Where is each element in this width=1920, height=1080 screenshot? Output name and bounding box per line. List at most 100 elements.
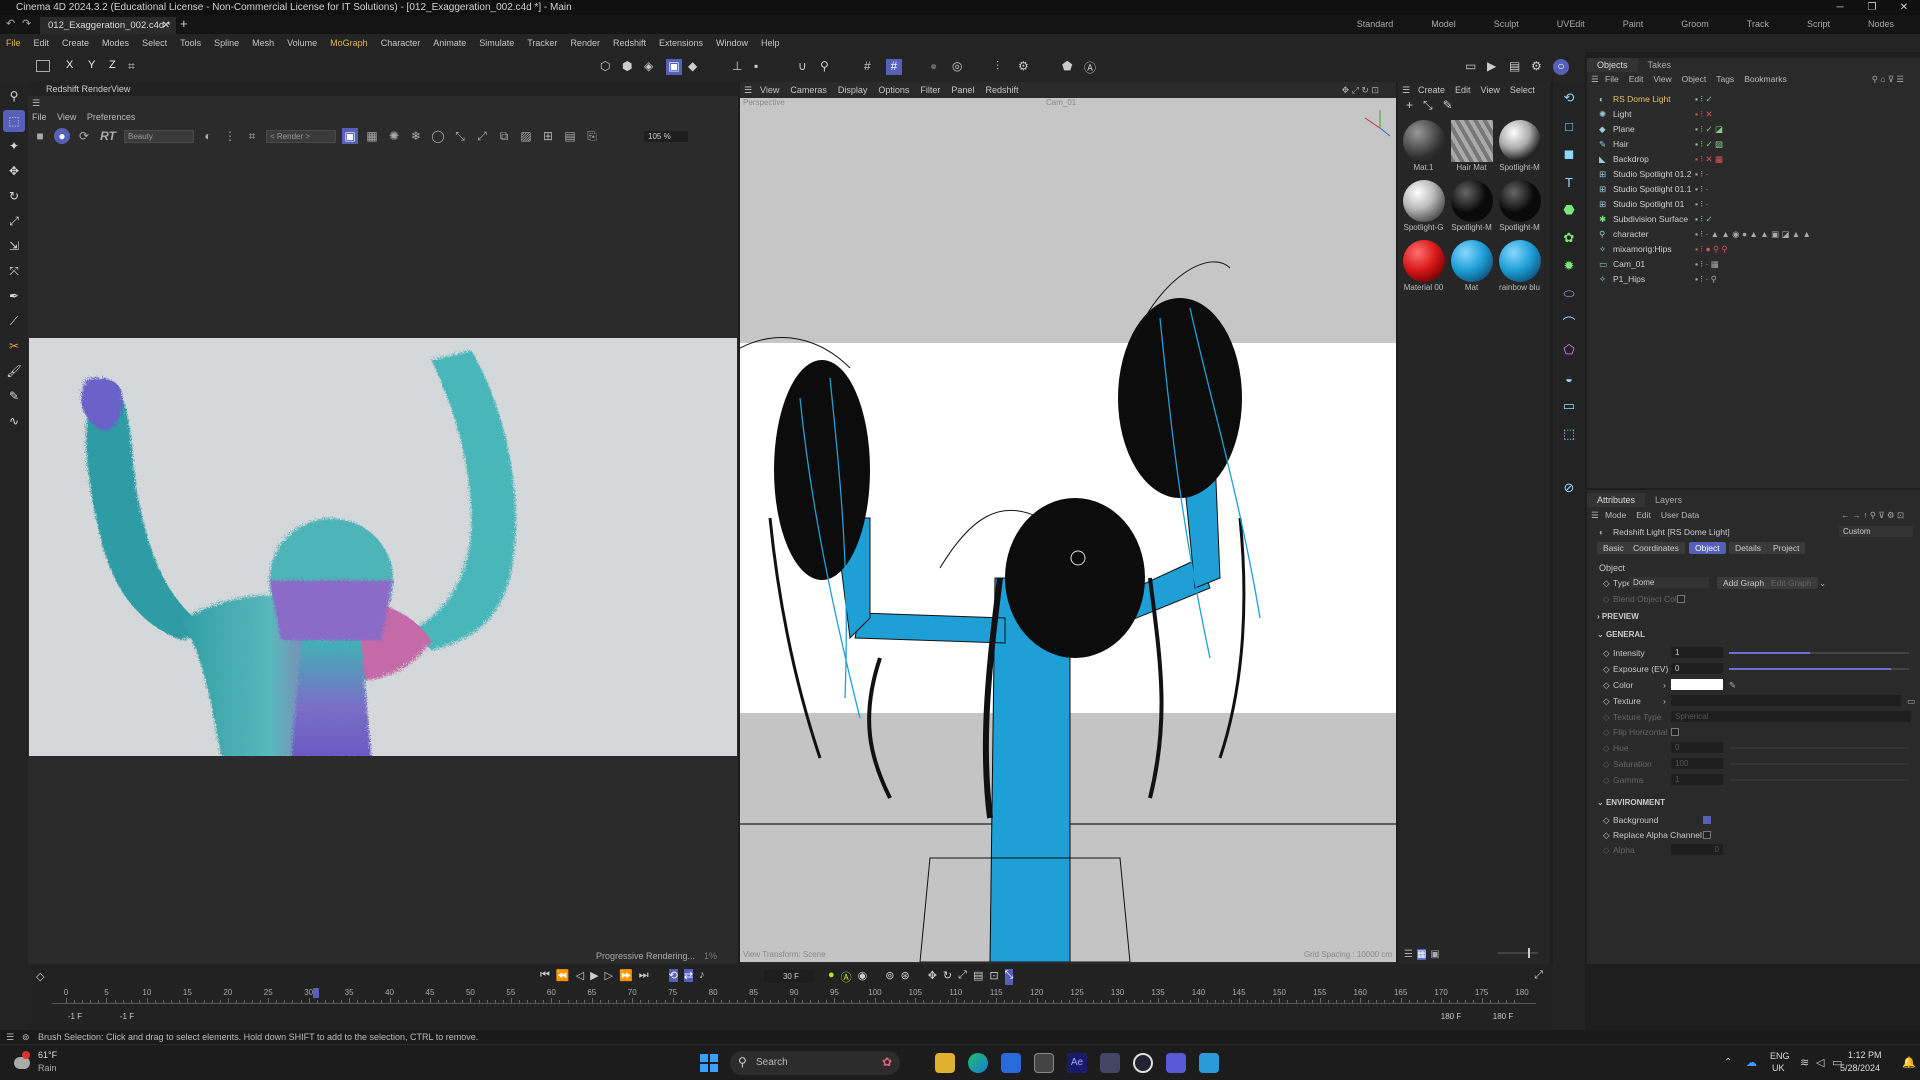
sound-icon[interactable]: ♪ xyxy=(699,969,705,982)
onedrive-icon[interactable]: ☁ xyxy=(1746,1056,1757,1069)
menu-simulate[interactable]: Simulate xyxy=(479,38,514,48)
menu-window[interactable]: Window xyxy=(716,38,748,48)
field-icon[interactable]: ⬭ xyxy=(1557,282,1581,306)
snap-settings-icon[interactable]: ⚲ xyxy=(820,59,836,75)
section-preview[interactable]: › PREVIEW xyxy=(1597,612,1639,621)
search-icon[interactable]: ⚲ xyxy=(3,85,25,107)
keyframe-diamond-icon[interactable]: ◇ xyxy=(1603,693,1610,709)
object-row[interactable]: ✧ mixamorig:Hips ▪ ⁝ ● ⚲ ⚲ xyxy=(1587,242,1920,257)
file-explorer-icon[interactable] xyxy=(935,1053,955,1073)
material-swatch[interactable]: rainbow blu xyxy=(1496,240,1543,298)
start-render-icon[interactable]: ● xyxy=(54,128,70,144)
clock-time[interactable]: 1:12 PM xyxy=(1848,1050,1882,1060)
subtab-coordinates[interactable]: Coordinates xyxy=(1627,542,1685,554)
tweak-mode-icon[interactable]: ▪ xyxy=(754,59,770,75)
cube-icon[interactable]: □ xyxy=(1557,114,1581,138)
texture-expand-icon[interactable]: › xyxy=(1663,693,1666,709)
point-mode-icon[interactable]: ⬡ xyxy=(600,59,616,75)
snowflake-icon[interactable]: ❄ xyxy=(408,128,424,144)
model-mode-icon[interactable]: ▣ xyxy=(666,59,682,75)
refresh-render-icon[interactable]: ⟳ xyxy=(76,128,92,144)
notification-icon[interactable]: 🔔 xyxy=(1902,1056,1916,1069)
pla-key-icon[interactable]: ⊡ xyxy=(989,969,998,985)
attributes-menu-userdata[interactable]: User Data xyxy=(1661,508,1699,522)
edge-mode-icon[interactable]: ⬢ xyxy=(622,59,638,75)
visibility-flags[interactable]: ▪ ⁝ ✓ xyxy=(1695,92,1713,107)
saturation-field[interactable]: 100 xyxy=(1671,758,1723,769)
attributes-nav-icons[interactable]: ← → ↑ ⚲ ⊽ ⚙ ⊡ xyxy=(1841,508,1904,522)
close-icon[interactable]: ✕ xyxy=(1888,0,1920,15)
text-icon[interactable]: T xyxy=(1557,170,1581,194)
tray-chevron-icon[interactable]: ⌃ xyxy=(1724,1057,1732,1068)
start-icon[interactable] xyxy=(700,1054,718,1072)
menu-redshift[interactable]: Redshift xyxy=(613,38,646,48)
object-row[interactable]: ⊞ Studio Spotlight 01 ▪ ⁝ · xyxy=(1587,197,1920,212)
menu-edit[interactable]: Edit xyxy=(34,38,50,48)
renderview-menu-preferences[interactable]: Preferences xyxy=(87,112,136,122)
coordinate-system-icon[interactable]: ⌗ xyxy=(128,59,135,74)
document-tab[interactable]: 012_Exaggeration_002.c4d * ✕ xyxy=(40,17,176,34)
layout-tab[interactable]: Track xyxy=(1728,15,1788,34)
material-edit-icon[interactable]: ⤡ xyxy=(1423,98,1433,118)
alpha-field[interactable]: 0 xyxy=(1671,844,1723,855)
play-icon[interactable]: ▶ xyxy=(590,969,598,982)
aov-dropdown[interactable]: Beauty xyxy=(124,129,194,143)
zoom-field[interactable]: 105 % xyxy=(644,130,688,142)
graph-options-icon[interactable]: ⌄ xyxy=(1819,575,1826,591)
renderview-menu-file[interactable]: File xyxy=(32,112,47,122)
goto-end-icon[interactable]: ⏭ xyxy=(639,969,649,982)
visibility-flags[interactable]: ▪ ⁝ ✓ ◪ xyxy=(1695,122,1723,137)
renderview-hamburger-icon[interactable]: ☰ xyxy=(32,98,40,108)
timeline-playhead[interactable] xyxy=(313,988,320,998)
gamma-field[interactable]: 1 xyxy=(1671,774,1723,785)
layout-tab[interactable]: Groom xyxy=(1662,15,1728,34)
spline-icon[interactable]: ⌒ xyxy=(1557,310,1581,334)
visibility-flags[interactable]: ▪ ⁝ ✕ xyxy=(1695,107,1713,122)
viewport-hamburger-icon[interactable]: ☰ xyxy=(744,82,752,98)
axis-z-toggle[interactable]: Z xyxy=(109,59,116,71)
texture-mode-icon[interactable]: ◆ xyxy=(688,59,704,75)
grid-overlay-icon[interactable]: ⋮ xyxy=(222,128,238,144)
fit-icon[interactable]: ⤡ xyxy=(452,128,468,144)
menu-select[interactable]: Select xyxy=(142,38,167,48)
prev-key-icon[interactable]: ⏪ xyxy=(556,969,570,982)
object-row[interactable]: ⊞ Studio Spotlight 01.2 ▪ ⁝ · xyxy=(1587,167,1920,182)
wifi-icon[interactable]: ≋ xyxy=(1800,1056,1809,1069)
store-icon[interactable] xyxy=(1001,1053,1021,1073)
blend-object-color-checkbox[interactable] xyxy=(1677,595,1685,603)
objects-hamburger-icon[interactable]: ☰ xyxy=(1591,72,1599,86)
keyframe-diamond-icon[interactable]: ◇ xyxy=(1603,661,1610,677)
lasso-icon[interactable]: ∿ xyxy=(3,410,25,432)
attributes-menu-edit[interactable]: Edit xyxy=(1636,508,1651,522)
tab-objects[interactable]: Objects xyxy=(1587,58,1638,72)
render-queue-icon[interactable]: ▤ xyxy=(1509,59,1525,75)
keyframe-diamond-icon[interactable]: ◇ xyxy=(1603,827,1610,843)
generator-icon[interactable]: ⬣ xyxy=(1557,198,1581,222)
start-frame-b[interactable]: -1 F xyxy=(104,1012,150,1021)
motion-record-icon[interactable]: ⊚ xyxy=(885,969,894,985)
brush-selection-icon[interactable]: ✦ xyxy=(3,135,25,157)
axis-y-toggle[interactable]: Y xyxy=(88,59,95,71)
hue-field[interactable]: 0 xyxy=(1671,742,1723,753)
workplane-icon[interactable]: # xyxy=(886,59,902,75)
visibility-flags[interactable]: ▪ ⁝ ✓ xyxy=(1695,212,1713,227)
material-swatch[interactable]: Spotlight-M xyxy=(1496,120,1543,178)
viewport-menu-cameras[interactable]: Cameras xyxy=(790,82,827,98)
sun-icon[interactable]: ✺ xyxy=(386,128,402,144)
keyframe-diamond-icon[interactable]: ◇ xyxy=(1603,740,1610,756)
folder-icon[interactable]: ▭ xyxy=(1907,693,1915,709)
objects-menu-tags[interactable]: Tags xyxy=(1716,72,1734,86)
large-view-icon[interactable]: ▣ xyxy=(1430,949,1439,960)
loop-icon[interactable]: ⟲ xyxy=(668,969,678,982)
preset-dropdown[interactable]: Custom xyxy=(1839,526,1913,537)
record-keys-icon[interactable]: ● xyxy=(828,969,835,985)
eyedropper-icon[interactable]: ✎ xyxy=(1443,98,1453,118)
primitive-cube-icon[interactable]: ◼ xyxy=(1557,142,1581,166)
image-viewer-icon[interactable] xyxy=(1100,1053,1120,1073)
layout-tab[interactable]: UVEdit xyxy=(1538,15,1604,34)
material-menu-select[interactable]: Select xyxy=(1510,82,1535,98)
thumbnail-size-slider[interactable] xyxy=(1528,948,1530,958)
snap-icon[interactable]: ∪ xyxy=(798,59,814,75)
rotation-key-icon[interactable]: ↻ xyxy=(943,969,952,985)
placement-tool-icon[interactable]: ⤧ xyxy=(3,260,25,282)
